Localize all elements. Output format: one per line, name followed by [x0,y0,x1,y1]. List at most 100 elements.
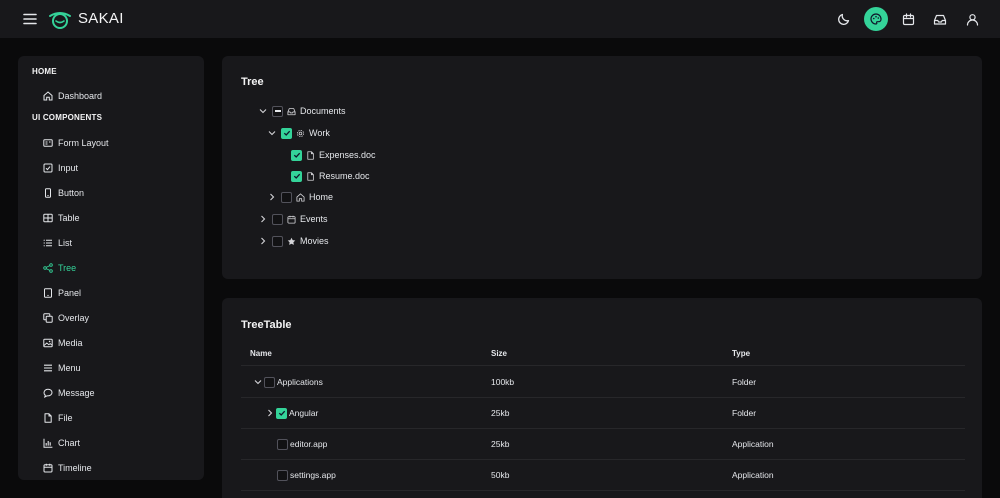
sidebar-item-tree[interactable]: Tree [18,255,204,280]
tree-node-checkbox[interactable] [281,127,292,139]
sidebar-item-timeline[interactable]: Timeline [18,455,204,480]
row-checkbox[interactable] [277,469,288,481]
tree-node-label: Work [309,128,330,138]
tree-node-home[interactable]: Home [267,189,333,205]
chevron-right-icon[interactable] [267,192,277,202]
tree-node-label: Expenses.doc [319,150,376,160]
clone-icon [43,312,53,323]
logo-icon [49,12,71,29]
tree-node-label: Events [300,214,328,224]
chevron-down-icon[interactable] [267,128,277,138]
brand-name: SAKAI [78,10,124,27]
sidebar-item-input[interactable]: Input [18,155,204,180]
sidebar-item-panel[interactable]: Panel [18,280,204,305]
table-row[interactable]: editor.app 25kb Application [241,429,965,460]
sidebar-item-media[interactable]: Media [18,330,204,355]
sidebar-item-message[interactable]: Message [18,380,204,405]
tree-node-label: Resume.doc [319,171,370,181]
column-header-name[interactable]: Name [250,342,272,365]
tree-node-work[interactable]: Work [267,125,330,141]
sidebar-item-label: Table [58,212,80,223]
check-square-icon [43,163,53,172]
sidebar-item-label: Panel [58,287,82,298]
table-row[interactable]: Angular 25kb Folder [241,398,965,429]
sidebar-item-label: Menu [58,362,81,373]
menu-toggle-button[interactable] [22,11,38,27]
treetable-card: TreeTable Name Size Type Applications 10… [222,298,982,498]
row-checkbox[interactable] [276,407,287,419]
sidebar-item-file[interactable]: File [18,405,204,430]
calendar-button[interactable] [896,7,920,31]
calendar-icon [43,463,53,472]
tree-node-events[interactable]: Events [258,211,328,227]
sidebar-item-label: Input [58,162,79,173]
tree-node-checkbox[interactable] [272,213,283,225]
chevron-right-icon[interactable] [265,408,275,418]
home-icon [296,192,305,202]
tree-node-checkbox[interactable] [272,105,283,117]
tree-node-resume-doc[interactable]: Resume.doc [291,168,370,184]
tree-node-checkbox[interactable] [272,235,283,247]
tree-card: Tree Documents Work Expenses.doc Resume.… [222,56,982,279]
row-checkbox[interactable] [277,438,288,450]
share-icon [43,262,53,273]
column-header-type[interactable]: Type [732,342,750,365]
row-checkbox[interactable] [264,376,275,388]
table-row[interactable]: settings.app 50kb Application [241,460,965,491]
calendar-icon [902,12,914,25]
check-icon [283,130,290,136]
name-cell: editor.app [277,429,327,459]
sidebar-item-overlay[interactable]: Overlay [18,305,204,330]
row-type: Application [732,439,774,449]
tree-node-expenses-doc[interactable]: Expenses.doc [291,147,376,163]
sidebar-item-label: Overlay [58,312,90,323]
comment-icon [43,388,53,398]
sidebar-item-label: Media [58,337,83,348]
sidebar-item-list[interactable]: List [18,230,204,255]
tree-node-documents[interactable]: Documents [258,103,346,119]
theme-palette-button[interactable] [864,7,888,31]
inbox-button[interactable] [928,7,952,31]
list-icon [43,239,52,246]
tree-node-checkbox[interactable] [291,149,302,161]
mobile-icon [45,187,51,198]
row-size: 50kb [491,470,510,480]
chevron-down-icon[interactable] [253,377,263,387]
row-name: Angular [289,408,319,418]
row-size: 25kb [491,439,510,449]
hamburger-icon [23,13,37,25]
star-icon [287,237,296,245]
tree-node-checkbox[interactable] [291,170,302,182]
sidebar-item-table[interactable]: Table [18,205,204,230]
sidebar: HOME Dashboard UI COMPONENTS Form Layout… [18,56,204,480]
sidebar-item-chart[interactable]: Chart [18,430,204,455]
sidebar-item-button[interactable]: Button [18,180,204,205]
bars-icon [44,364,52,371]
sidebar-item-label: Chart [58,437,81,448]
check-icon [293,173,300,179]
sidebar-item-menu[interactable]: Menu [18,355,204,380]
logo[interactable] [48,8,72,30]
tree-node-checkbox[interactable] [281,191,292,203]
name-cell: Angular [265,398,318,428]
column-header-size[interactable]: Size [491,342,507,365]
row-type: Folder [732,408,757,418]
chevron-right-icon[interactable] [258,236,268,246]
home-icon [43,90,53,100]
sidebar-section-title: UI COMPONENTS [32,113,103,122]
row-type: Application [732,470,774,480]
id-card-icon [43,138,53,147]
topbar: SAKAI [0,0,1000,38]
table-row[interactable]: Applications 100kb Folder [241,367,965,398]
sidebar-item-form-layout[interactable]: Form Layout [18,130,204,155]
sidebar-item-label: Message [58,387,95,398]
chevron-down-icon[interactable] [258,106,268,116]
chevron-right-icon[interactable] [258,214,268,224]
profile-button[interactable] [960,7,984,31]
moon-icon [838,13,850,25]
image-icon [43,338,53,347]
sidebar-item-dashboard[interactable]: Dashboard [18,83,204,108]
tree-node-movies[interactable]: Movies [258,233,329,249]
dark-mode-button[interactable] [832,7,856,31]
sidebar-item-label: Form Layout [58,137,109,148]
